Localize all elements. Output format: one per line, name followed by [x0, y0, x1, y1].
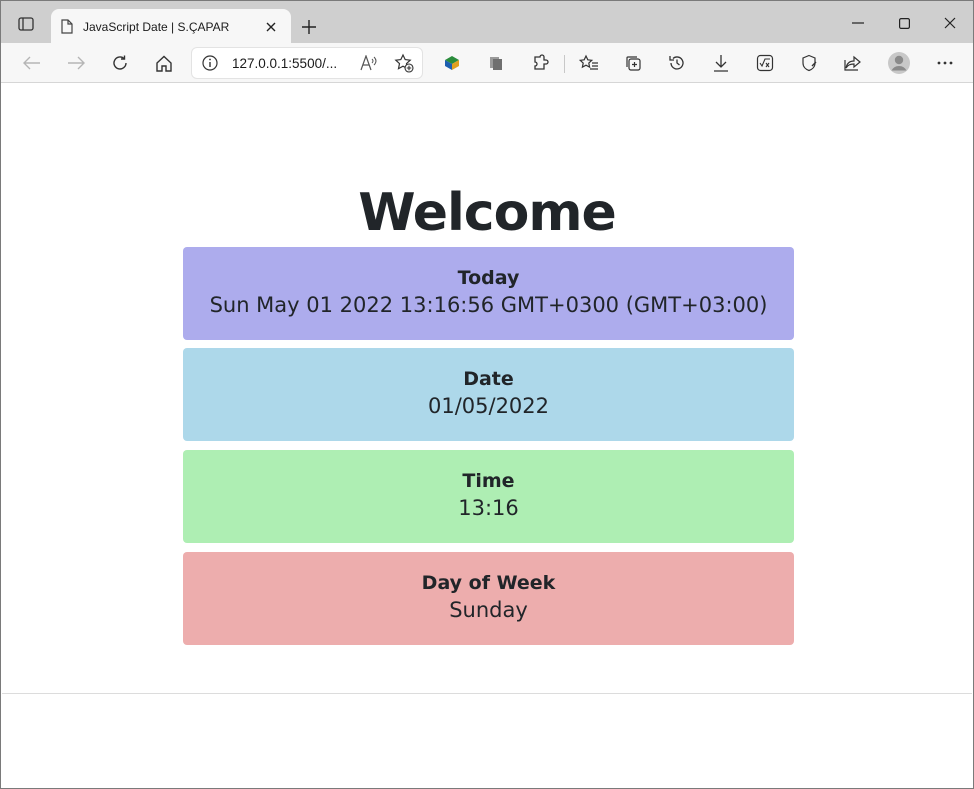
page-icon — [61, 19, 73, 34]
extensions-icon[interactable] — [525, 49, 555, 77]
time-value: 13:16 — [458, 496, 519, 520]
browser-window: JavaScript Date | S.ÇAPAR 127.0.0.1:5500… — [0, 0, 974, 789]
extension-1-icon[interactable] — [437, 49, 467, 77]
browser-essentials-icon[interactable] — [794, 49, 824, 77]
page-content: Welcome Today Sun May 01 2022 13:16:56 G… — [2, 83, 972, 788]
today-card: Today Sun May 01 2022 13:16:56 GMT+0300 … — [183, 247, 794, 340]
time-label: Time — [462, 470, 515, 492]
tab-title: JavaScript Date | S.ÇAPAR — [83, 19, 230, 34]
date-card: Date 01/05/2022 — [183, 348, 794, 441]
close-icon[interactable] — [261, 17, 281, 37]
maximize-icon[interactable] — [881, 9, 927, 37]
day-of-week-card: Day of Week Sunday — [183, 552, 794, 645]
tab-actions-icon[interactable] — [9, 11, 43, 37]
back-icon[interactable] — [17, 49, 47, 77]
minimize-icon[interactable] — [835, 9, 881, 37]
math-solver-icon[interactable] — [750, 49, 780, 77]
toolbar-separator — [564, 55, 565, 73]
home-icon[interactable] — [149, 49, 179, 77]
today-label: Today — [457, 267, 520, 289]
date-value: 01/05/2022 — [427, 394, 550, 418]
refresh-icon[interactable] — [105, 49, 135, 77]
divider — [2, 693, 972, 694]
browser-toolbar: 127.0.0.1:5500/... — [1, 43, 973, 83]
collections-icon[interactable] — [618, 49, 648, 77]
url-text: 127.0.0.1:5500/... — [232, 55, 338, 71]
today-value: Sun May 01 2022 13:16:56 GMT+0300 (GMT+0… — [209, 293, 768, 317]
browser-tab[interactable]: JavaScript Date | S.ÇAPAR — [51, 9, 291, 44]
info-icon[interactable] — [202, 55, 218, 71]
new-tab-icon[interactable] — [297, 15, 321, 39]
add-favorite-icon[interactable] — [389, 49, 419, 77]
downloads-icon[interactable] — [706, 49, 736, 77]
more-icon[interactable] — [930, 49, 960, 77]
day-of-week-value: Sunday — [449, 598, 528, 622]
title-bar: JavaScript Date | S.ÇAPAR — [1, 1, 973, 44]
window-close-icon[interactable] — [927, 9, 973, 37]
time-card: Time 13:16 — [183, 450, 794, 543]
read-aloud-icon[interactable] — [353, 49, 383, 77]
date-label: Date — [463, 368, 514, 390]
extension-2-icon[interactable] — [481, 49, 511, 77]
favorites-icon[interactable] — [574, 49, 604, 77]
page-title: Welcome — [358, 183, 617, 243]
day-of-week-label: Day of Week — [421, 572, 556, 594]
share-icon[interactable] — [838, 49, 868, 77]
profile-icon[interactable] — [884, 49, 914, 77]
forward-icon[interactable] — [61, 49, 91, 77]
history-icon[interactable] — [662, 49, 692, 77]
